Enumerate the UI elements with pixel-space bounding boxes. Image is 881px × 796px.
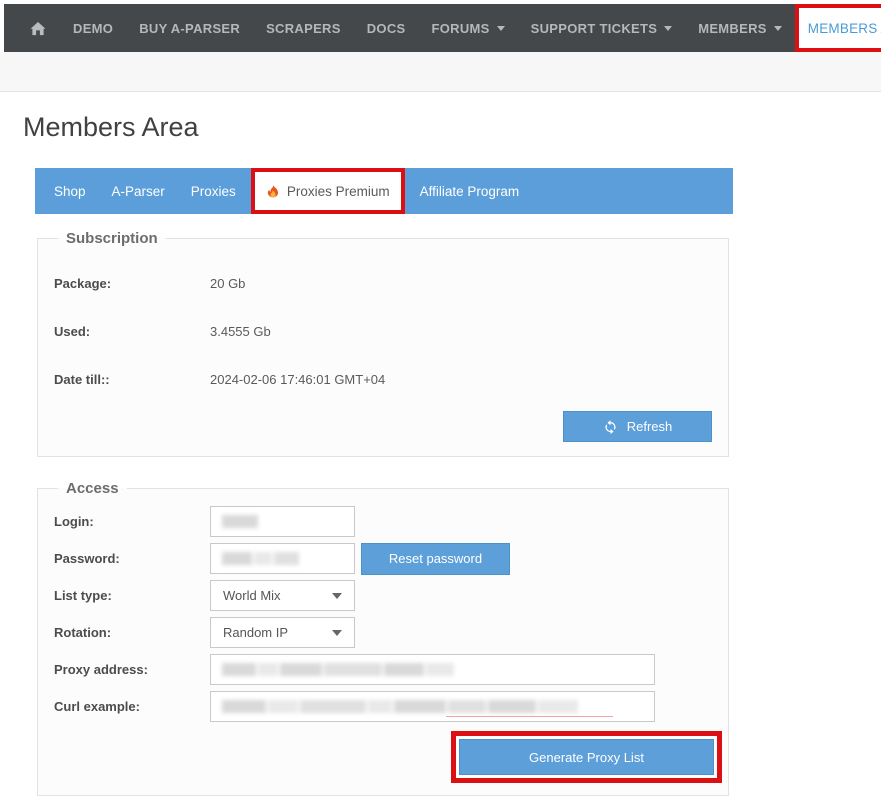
redacted-blob	[324, 663, 382, 676]
tab-label: Proxies Premium	[287, 184, 390, 199]
redacted-value	[211, 544, 354, 573]
caret-down-icon	[664, 26, 672, 31]
redacted-blob	[274, 552, 299, 565]
list-type-row: List type: World Mix	[54, 577, 712, 614]
proxy-address-label: Proxy address:	[54, 662, 210, 677]
rotation-value: Random IP	[223, 625, 288, 640]
redacted-blob	[300, 700, 366, 713]
password-row: Password: Reset password	[54, 540, 712, 577]
redacted-blob	[258, 663, 278, 676]
subscription-row-package: Package: 20 Gb	[54, 259, 712, 307]
redacted-blob	[222, 515, 258, 528]
subscription-row-used: Used: 3.4555 Gb	[54, 307, 712, 355]
topbar: DEMO BUY A-PARSER SCRAPERS DOCS FORUMS S…	[0, 0, 881, 52]
rotation-select[interactable]: Random IP	[210, 617, 355, 648]
redacted-blob	[384, 663, 424, 676]
subnav-strip	[0, 52, 881, 92]
subscription-legend: Subscription	[58, 230, 166, 247]
nav-item-label: FORUMS	[431, 21, 489, 36]
redacted-blob	[222, 552, 252, 565]
rotation-label: Rotation:	[54, 625, 210, 640]
redacted-value	[211, 655, 654, 684]
main-navbar: DEMO BUY A-PARSER SCRAPERS DOCS FORUMS S…	[4, 4, 860, 52]
nav-item-forums[interactable]: FORUMS	[418, 4, 517, 52]
caret-down-icon	[497, 26, 505, 31]
list-type-label: List type:	[54, 588, 210, 603]
redacted-value	[211, 507, 354, 536]
redacted-blob	[538, 700, 578, 713]
proxy-address-input[interactable]	[210, 654, 655, 685]
caret-down-icon	[332, 630, 342, 636]
date-till-label: Date till::	[54, 372, 210, 387]
access-panel: Access Login: Password: Reset password L…	[37, 480, 729, 796]
fire-icon	[266, 183, 280, 200]
used-value: 3.4555 Gb	[210, 324, 271, 339]
home-icon	[30, 21, 46, 36]
redacted-blob	[368, 700, 392, 713]
refresh-button[interactable]: Refresh	[563, 411, 712, 442]
redacted-blob	[394, 700, 446, 713]
date-till-value: 2024-02-06 17:46:01 GMT+04	[210, 372, 385, 387]
generate-row: Generate Proxy List	[54, 731, 722, 783]
members-area-tabs: Shop A-Parser Proxies Proxies Premium Af…	[35, 168, 733, 214]
list-type-select[interactable]: World Mix	[210, 580, 355, 611]
nav-item-demo[interactable]: DEMO	[60, 4, 126, 52]
login-input[interactable]	[210, 506, 355, 537]
redacted-blob	[222, 663, 256, 676]
refresh-row: Refresh	[54, 411, 712, 442]
password-label: Password:	[54, 551, 210, 566]
tab-shop[interactable]: Shop	[41, 168, 99, 214]
generate-proxy-list-button[interactable]: Generate Proxy List	[459, 739, 714, 775]
tab-a-parser[interactable]: A-Parser	[99, 168, 178, 214]
nav-item-buy-a-parser[interactable]: BUY A-PARSER	[126, 4, 253, 52]
curl-example-row: Curl example:	[54, 688, 712, 725]
access-legend: Access	[58, 480, 127, 497]
tab-proxies-premium[interactable]: Proxies Premium	[251, 168, 405, 214]
nav-item-label: SUPPORT TICKETS	[531, 21, 658, 36]
tab-proxies[interactable]: Proxies	[178, 168, 249, 214]
nav-item-members[interactable]: MEMBERS	[685, 4, 795, 52]
redacted-blob	[280, 663, 322, 676]
nav-item-scrapers[interactable]: SCRAPERS	[253, 4, 354, 52]
tab-affiliate-program[interactable]: Affiliate Program	[407, 168, 533, 214]
redacted-blob	[448, 700, 486, 713]
list-type-value: World Mix	[223, 588, 281, 603]
redacted-blob	[268, 700, 298, 713]
rotation-row: Rotation: Random IP	[54, 614, 712, 651]
home-button[interactable]	[4, 4, 60, 52]
login-label: Login:	[54, 514, 210, 529]
spellcheck-underline	[446, 716, 613, 717]
curl-example-label: Curl example:	[54, 699, 210, 714]
nav-item-label: MEMBERS	[698, 21, 767, 36]
subscription-row-date-till: Date till:: 2024-02-06 17:46:01 GMT+04	[54, 355, 712, 403]
redacted-blob	[222, 700, 266, 713]
curl-example-input[interactable]	[210, 691, 655, 722]
refresh-label: Refresh	[627, 419, 673, 434]
annotation-box: Generate Proxy List	[451, 731, 722, 783]
refresh-icon	[603, 419, 618, 434]
subscription-panel: Subscription Package: 20 Gb Used: 3.4555…	[37, 230, 729, 457]
nav-item-members-area[interactable]: MEMBERS AREA	[795, 4, 881, 52]
caret-down-icon	[332, 593, 342, 599]
reset-password-button[interactable]: Reset password	[361, 543, 510, 575]
proxy-address-row: Proxy address:	[54, 651, 712, 688]
redacted-blob	[254, 552, 272, 565]
login-row: Login:	[54, 503, 712, 540]
redacted-blob	[426, 663, 454, 676]
caret-down-icon	[774, 26, 782, 31]
package-value: 20 Gb	[210, 276, 245, 291]
used-label: Used:	[54, 324, 210, 339]
redacted-blob	[488, 700, 536, 713]
password-input[interactable]	[210, 543, 355, 574]
nav-item-docs[interactable]: DOCS	[354, 4, 419, 52]
nav-item-support-tickets[interactable]: SUPPORT TICKETS	[518, 4, 686, 52]
page-title: Members Area	[23, 111, 881, 143]
package-label: Package:	[54, 276, 210, 291]
main-content: Members Area Shop A-Parser Proxies Proxi…	[0, 111, 881, 796]
